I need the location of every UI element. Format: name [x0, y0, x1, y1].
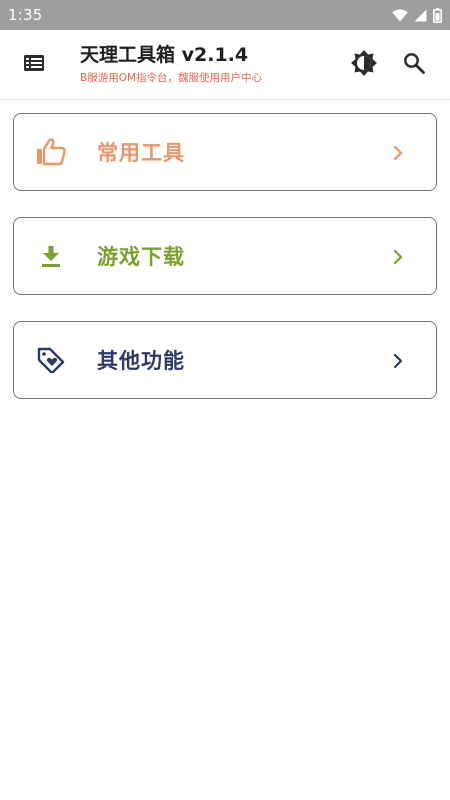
app-title: 天理工具箱 v2.1.4: [80, 44, 249, 66]
other-functions-card[interactable]: 其他功能: [13, 321, 437, 399]
title-block: 天理工具箱 v2.1.4 B服游用OM指令台，魏服使用用户中心: [80, 42, 262, 86]
game-download-card[interactable]: 游戏下载: [13, 217, 437, 295]
chevron-right-icon: [390, 247, 406, 267]
other-functions-label: 其他功能: [97, 349, 185, 373]
tag-heart-icon: [36, 345, 66, 375]
list-icon: [23, 54, 45, 76]
common-tools-card[interactable]: 常用工具: [13, 113, 437, 191]
theme-toggle-button[interactable]: [350, 49, 378, 81]
download-icon: [36, 241, 66, 271]
status-bar: 1:35: [0, 0, 450, 30]
chevron-right-icon: [390, 351, 406, 371]
search-icon: [402, 51, 426, 79]
signal-icon: [414, 9, 427, 22]
common-tools-label: 常用工具: [97, 141, 185, 165]
app-bar: 天理工具箱 v2.1.4 B服游用OM指令台，魏服使用用户中心: [0, 30, 450, 100]
wifi-icon: [392, 9, 408, 22]
app-subtitle: B服游用OM指令台，魏服使用用户中心: [80, 72, 263, 84]
status-time: 1:35: [8, 6, 43, 24]
search-button[interactable]: [401, 52, 427, 78]
brightness-icon: [350, 49, 378, 81]
status-icons: [392, 7, 442, 23]
menu-button[interactable]: [22, 54, 46, 76]
chevron-right-icon: [390, 143, 406, 163]
game-download-label: 游戏下载: [97, 245, 185, 269]
thumbs-up-icon: [36, 137, 66, 167]
battery-icon: [433, 7, 442, 23]
